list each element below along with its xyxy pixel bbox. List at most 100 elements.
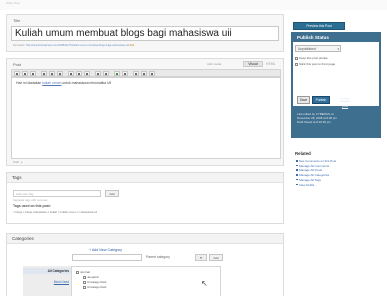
related-link-label: Manage All Categories: [299, 173, 330, 178]
stick-front-label: Stick this post to front page: [299, 62, 336, 66]
related-link[interactable]: View Drafts: [296, 183, 381, 188]
related-title: Related: [295, 151, 311, 156]
parent-category-dropdown[interactable]: ▾: [195, 254, 207, 261]
meta-line: Draft Saved at 8:23:30 pm: [297, 120, 331, 124]
bullet-icon: [296, 178, 298, 181]
content-text-prefix: Hari ini diadakan: [16, 81, 43, 85]
post-content-editor[interactable]: Hari ini diadakan kuliah umum untuk maha…: [11, 77, 281, 159]
tag-input[interactable]: Add new Tag: [13, 190, 101, 197]
add-tag-button[interactable]: Add: [105, 190, 119, 197]
tag-hint: Separate tags with commas: [13, 198, 48, 202]
post-content-text: Hari ini diadakan kuliah umum untuk maha…: [16, 81, 111, 85]
add-new-category-link[interactable]: + Add New Category: [89, 248, 122, 252]
status-value: Unpublished: [298, 47, 316, 51]
bullet-list-icon[interactable]: [41, 71, 47, 76]
tab-most-used[interactable]: Most Used: [23, 280, 71, 284]
mouse-cursor-icon: ↖: [201, 279, 208, 288]
new-category-input[interactable]: [72, 254, 142, 261]
tab-html[interactable]: HTML: [266, 62, 276, 66]
tags-header[interactable]: Tags: [7, 173, 283, 183]
category-item[interactable]: Uncategorized: [83, 280, 106, 284]
related-panel: Related See Comments on this Post Manage…: [291, 151, 381, 187]
publish-status-title: Publish Status: [297, 35, 329, 40]
keep-private-checkbox[interactable]: Keep this post private: [295, 56, 328, 60]
checkbox-icon[interactable]: [295, 56, 298, 60]
permalink-url[interactable]: http://simplewordpress.com/2008/11/27/ku…: [26, 44, 129, 47]
add-category-button[interactable]: Add: [209, 254, 223, 261]
permalink-label: Permalink:: [13, 44, 26, 47]
checkbox-icon[interactable]: [295, 62, 298, 66]
used-tags-list[interactable]: × blogs × blogs mahasiswa × kuliah × kul…: [13, 210, 97, 214]
keep-private-label: Keep this post private: [299, 56, 328, 60]
tab-visual[interactable]: Visual: [243, 61, 263, 67]
add-media-link[interactable]: Add media: [207, 62, 221, 66]
category-label: Journal: [80, 270, 90, 274]
category-label: Uncategorized: [87, 280, 107, 284]
breadcrumb: Write Post: [6, 1, 20, 5]
numbered-list-icon[interactable]: [49, 71, 55, 76]
related-link-label: See Comments on this Post: [299, 159, 337, 163]
editor-toolbar: [11, 69, 281, 77]
bullet-icon: [296, 160, 298, 162]
tags-title: Tags: [12, 175, 22, 180]
align-left-icon[interactable]: [68, 71, 74, 76]
publish-panel: Publish Status Unpublished ▾ Keep this p…: [291, 32, 381, 138]
italic-icon[interactable]: [22, 71, 28, 76]
category-tabs: All Categories Most Used: [23, 266, 71, 296]
tab-all-categories[interactable]: All Categories: [23, 268, 71, 274]
title-panel: Title Kuliah umum membuat blogs bagi mah…: [6, 14, 284, 52]
more-tag-icon[interactable]: [122, 71, 128, 76]
bullet-icon: [296, 169, 298, 171]
related-link-label: View Drafts: [299, 182, 315, 187]
title-label: Title: [13, 18, 21, 23]
related-link-label: Manage All Comments: [299, 163, 330, 168]
categories-title: Categories: [12, 236, 34, 241]
kitchen-sink-icon[interactable]: [149, 71, 155, 76]
category-label: Jeopardi: [87, 275, 99, 279]
checkbox-icon[interactable]: [76, 270, 79, 274]
content-link[interactable]: kuliah umum: [42, 81, 61, 85]
blockquote-icon[interactable]: [57, 71, 63, 76]
align-right-icon[interactable]: [84, 71, 90, 76]
parent-category-label: Parent category: [146, 255, 170, 259]
editor-path: Path: p: [13, 160, 23, 164]
category-item[interactable]: Uncategorized: [83, 285, 106, 289]
related-link-label: Manage All Posts: [299, 168, 323, 173]
spellcheck-icon[interactable]: [133, 71, 139, 76]
categories-header[interactable]: Categories: [7, 234, 283, 244]
post-editor-panel: Post Add media Visual HTML Hari ini diad…: [6, 58, 284, 166]
checkbox-icon[interactable]: [83, 285, 86, 289]
preview-post-button[interactable]: Preview this Post: [293, 22, 345, 30]
categories-panel: Categories + Add New Category Parent cat…: [6, 233, 284, 296]
checkbox-icon[interactable]: [83, 275, 86, 279]
bullet-icon: [296, 174, 298, 176]
publish-button[interactable]: Publish: [312, 96, 330, 104]
permalink-edit-button[interactable]: Edit: [130, 44, 134, 47]
tags-panel: Tags Add new Tag Add Separate tags with …: [6, 172, 284, 224]
content-text-suffix: untuk mahasiswa informatika UII: [61, 81, 112, 85]
fullscreen-icon[interactable]: [141, 71, 147, 76]
unlink-icon[interactable]: [103, 71, 109, 76]
category-item[interactable]: Jeopardi: [83, 275, 99, 279]
link-icon[interactable]: [95, 71, 101, 76]
post-title-input[interactable]: Kuliah umum membuat blogs bagi mahasiswa…: [11, 26, 279, 41]
stick-front-checkbox[interactable]: Stick this post to front page: [295, 62, 335, 66]
category-item[interactable]: Journal: [76, 270, 90, 274]
checkbox-icon[interactable]: [83, 280, 86, 284]
top-bar: Write Post: [0, 0, 387, 10]
post-label: Post: [13, 62, 22, 67]
bullet-icon: [296, 164, 298, 167]
align-center-icon[interactable]: [76, 71, 82, 76]
chevron-down-icon: ▾: [337, 47, 339, 51]
strikethrough-icon[interactable]: [30, 71, 36, 76]
status-select[interactable]: Unpublished ▾: [295, 45, 341, 52]
permalink: Permalink: http://simplewordpress.com/20…: [13, 44, 134, 47]
insert-image-icon[interactable]: [114, 71, 120, 76]
save-button[interactable]: Save: [297, 96, 310, 104]
delete-post-link[interactable]: Delete post: [338, 96, 352, 108]
category-checklist: Journal Jeopardi Uncategorized Uncategor…: [71, 266, 221, 296]
bold-icon[interactable]: [14, 71, 20, 76]
bullet-icon: [296, 183, 298, 186]
related-links: See Comments on this Post Manage All Com…: [296, 159, 381, 187]
publish-meta: Last edited by CYBERGS on November 28, 2…: [297, 112, 337, 124]
